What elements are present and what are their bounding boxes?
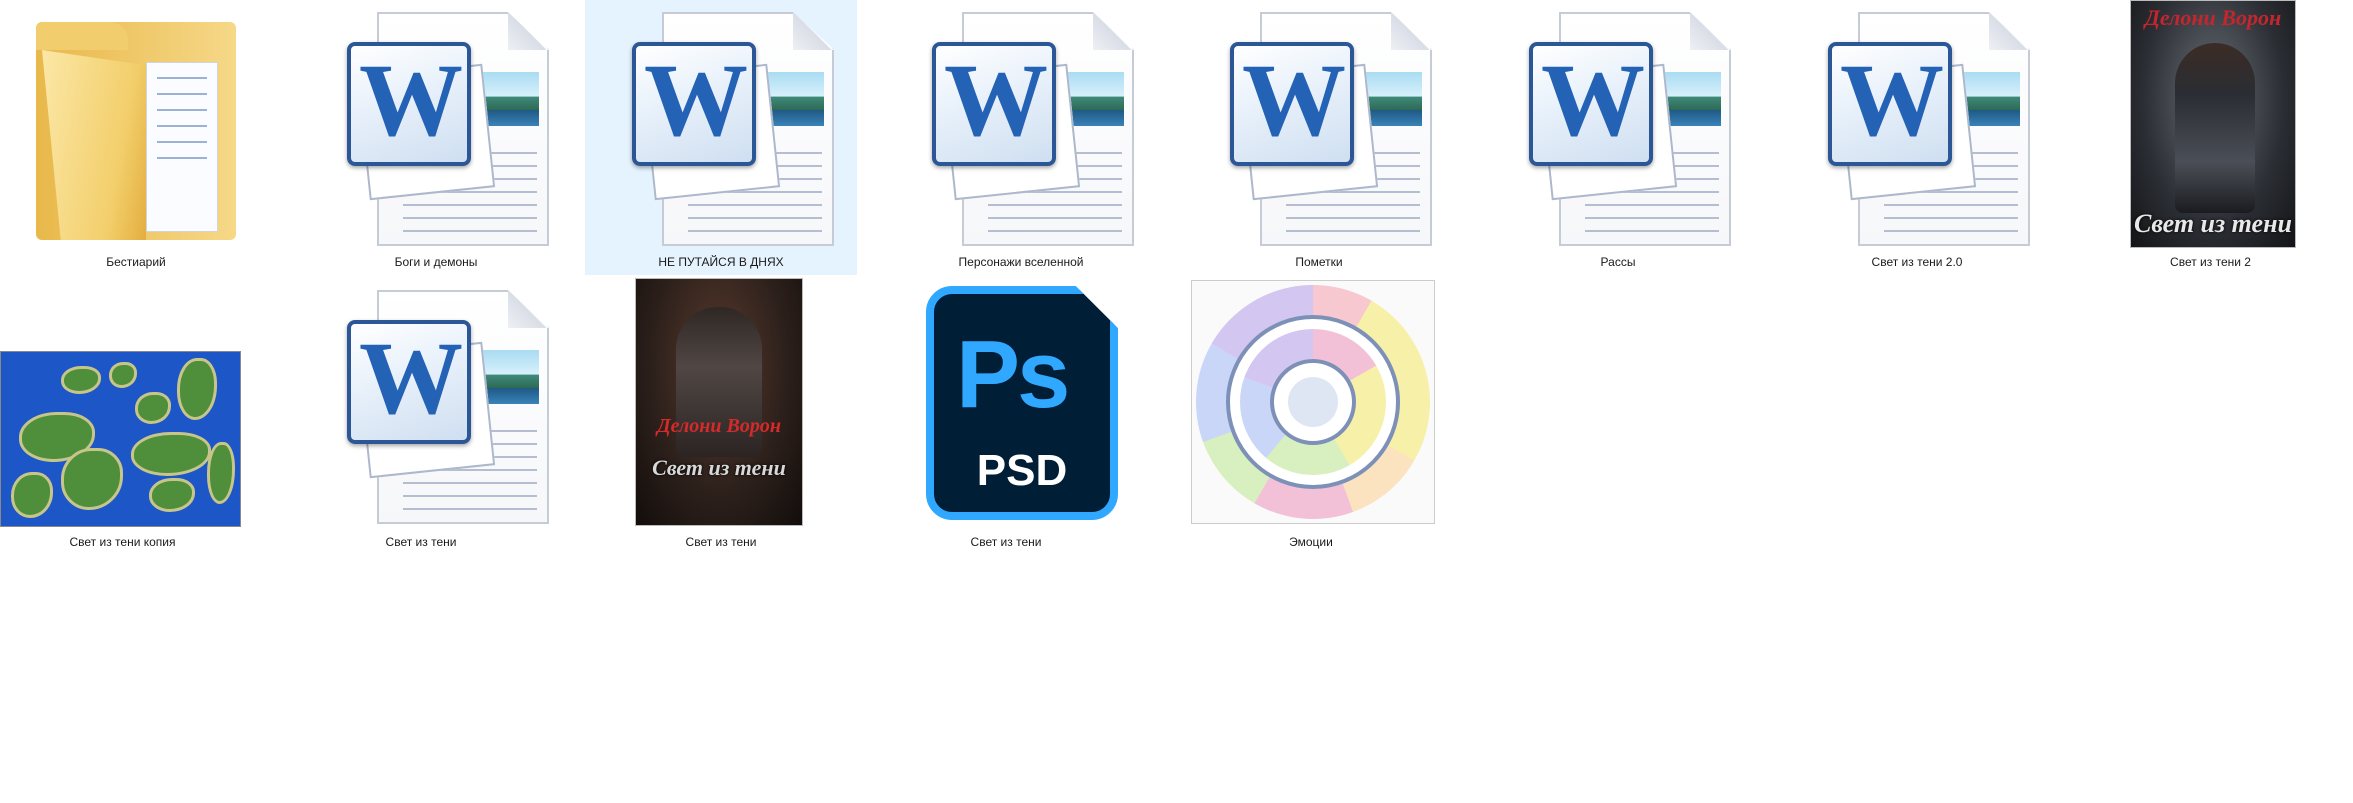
file-name-label: Пометки — [1295, 255, 1343, 269]
file-item-dont-mix-days[interactable]: W НЕ ПУТАЙСЯ В ДНЯХ — [585, 0, 857, 275]
file-name-label: Рассы — [1600, 255, 1636, 269]
file-item-light-from-shadow-cover[interactable]: Делони Ворон Свет из тени Свет из тени — [585, 278, 857, 553]
file-name-label: Свет из тени — [385, 535, 457, 549]
file-item-bestiary[interactable]: Бестиарий — [0, 0, 272, 275]
file-name-label: Свет из тени 2 — [2170, 255, 2251, 269]
file-item-races[interactable]: W Рассы — [1482, 0, 1754, 275]
file-name-label: Бестиарий — [106, 255, 166, 269]
file-name-label: Свет из тени — [970, 535, 1042, 549]
file-name-label: НЕ ПУТАЙСЯ В ДНЯХ — [658, 255, 784, 269]
file-name-label: Свет из тени копия — [69, 535, 176, 549]
file-name-label: Персонажи вселенной — [958, 255, 1084, 269]
file-name-label: Боги и демоны — [394, 255, 478, 269]
file-item-universe-characters[interactable]: W Персонажи вселенной — [885, 0, 1157, 275]
file-item-light-from-shadow-doc[interactable]: W Свет из тени — [285, 278, 557, 553]
file-name-label: Свет из тени — [685, 535, 757, 549]
file-item-light-from-shadow-2[interactable]: Делони Ворон Свет из тени Свет из тени 2 — [2068, 0, 2353, 275]
file-item-light-from-shadow-copy[interactable]: Свет из тени копия — [0, 278, 245, 553]
file-item-light-from-shadow-psd[interactable]: Ps PSD Свет из тени — [870, 278, 1142, 553]
file-item-light-from-shadow-2-0[interactable]: W Свет из тени 2.0 — [1781, 0, 2053, 275]
file-explorer-view: Бестиарий W Боги и демоны W НЕ ПУТАЙСЯ В… — [0, 0, 2353, 803]
file-item-emotions[interactable]: Эмоции — [1175, 278, 1447, 553]
file-name-label: Свет из тени 2.0 — [1871, 255, 1963, 269]
file-name-label: Эмоции — [1289, 535, 1333, 549]
file-item-gods-and-demons[interactable]: W Боги и демоны — [300, 0, 572, 275]
file-item-notes[interactable]: W Пометки — [1183, 0, 1455, 275]
